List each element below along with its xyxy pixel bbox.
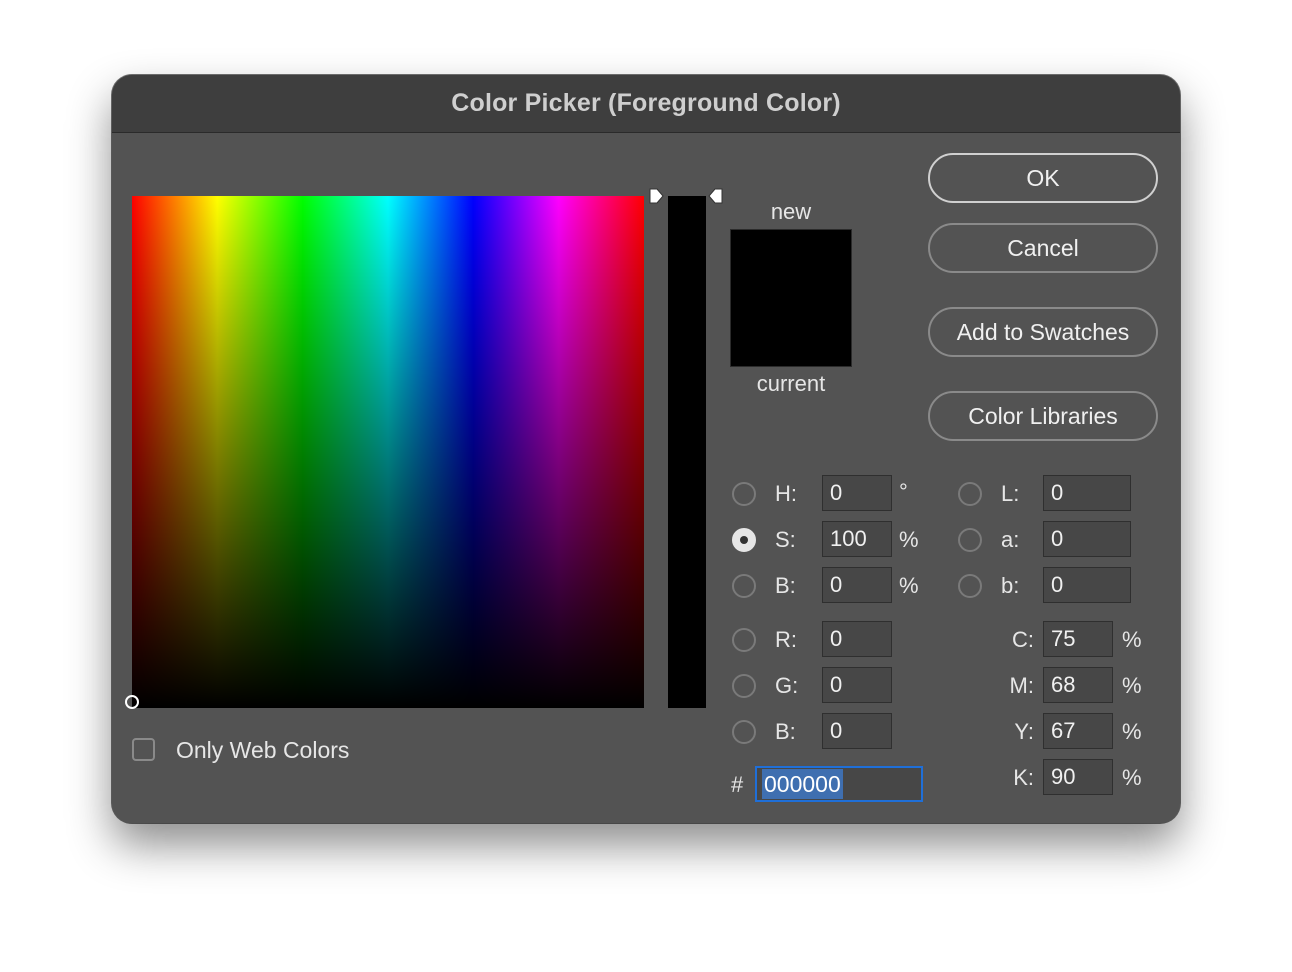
radio-lab-l[interactable]	[958, 482, 982, 506]
radio-hue[interactable]	[732, 482, 756, 506]
red-input[interactable]: 0	[822, 621, 892, 657]
color-swatch-preview	[730, 229, 852, 367]
lab-l-input[interactable]: 0	[1043, 475, 1131, 511]
only-web-colors-checkbox[interactable]	[132, 738, 155, 761]
red-label: R:	[775, 627, 797, 652]
magenta-label: M:	[1009, 673, 1034, 698]
slider-arrow-right-icon[interactable]	[708, 188, 724, 204]
yellow-label: Y:	[1014, 719, 1034, 744]
hex-input[interactable]: 000000	[755, 766, 923, 802]
yellow-input[interactable]: 67	[1043, 713, 1113, 749]
current-label: current	[756, 371, 826, 396]
saturation-unit: %	[899, 527, 919, 552]
current-color-swatch[interactable]	[731, 298, 851, 366]
lab-a-label: a:	[1001, 527, 1020, 552]
hue-input[interactable]: 0	[822, 475, 892, 511]
ok-button[interactable]: OK	[928, 153, 1158, 203]
magenta-input[interactable]: 68	[1043, 667, 1113, 703]
dialog-title: Color Picker (Foreground Color)	[451, 89, 841, 117]
brightness-unit: %	[899, 573, 919, 598]
new-label: new	[770, 199, 812, 224]
hue-label: H:	[775, 481, 797, 506]
hex-value-selected: 000000	[762, 769, 843, 799]
black-input[interactable]: 90	[1043, 759, 1113, 795]
lab-a-input[interactable]: 0	[1043, 521, 1131, 557]
cyan-unit: %	[1122, 627, 1142, 652]
title-bar[interactable]: Color Picker (Foreground Color)	[112, 75, 1180, 133]
cancel-button[interactable]: Cancel	[928, 223, 1158, 273]
green-input[interactable]: 0	[822, 667, 892, 703]
lab-b-input[interactable]: 0	[1043, 567, 1131, 603]
lab-l-label: L:	[1001, 481, 1020, 506]
radio-blue[interactable]	[732, 720, 756, 744]
lab-b-label: b:	[1001, 573, 1020, 598]
color-field-cursor[interactable]	[125, 695, 139, 709]
radio-lab-b[interactable]	[958, 574, 982, 598]
brightness-label: B:	[775, 573, 796, 598]
radio-saturation[interactable]	[732, 528, 756, 552]
color-slider[interactable]	[668, 196, 706, 708]
cyan-label: C:	[1012, 627, 1034, 652]
saturation-input[interactable]: 100	[822, 521, 892, 557]
radio-green[interactable]	[732, 674, 756, 698]
magenta-unit: %	[1122, 673, 1142, 698]
radio-brightness[interactable]	[732, 574, 756, 598]
black-label: K:	[1013, 765, 1034, 790]
color-field[interactable]	[125, 196, 644, 709]
color-picker-dialog: Color Picker (Foreground Color) new curr…	[112, 75, 1180, 823]
add-to-swatches-button[interactable]: Add to Swatches	[928, 307, 1158, 357]
color-libraries-button[interactable]: Color Libraries	[928, 391, 1158, 441]
only-web-colors-label[interactable]: Only Web Colors	[176, 732, 349, 768]
saturation-label: S:	[775, 527, 796, 552]
blue-label: B:	[775, 719, 796, 744]
yellow-unit: %	[1122, 719, 1142, 744]
new-color-swatch	[731, 230, 851, 298]
radio-lab-a[interactable]	[958, 528, 982, 552]
hex-label: #	[731, 772, 744, 797]
cyan-input[interactable]: 75	[1043, 621, 1113, 657]
green-label: G:	[775, 673, 799, 698]
hue-unit: °	[899, 479, 908, 504]
blue-input[interactable]: 0	[822, 713, 892, 749]
slider-arrow-left-icon[interactable]	[648, 188, 664, 204]
radio-red[interactable]	[732, 628, 756, 652]
brightness-input[interactable]: 0	[822, 567, 892, 603]
black-unit: %	[1122, 765, 1142, 790]
